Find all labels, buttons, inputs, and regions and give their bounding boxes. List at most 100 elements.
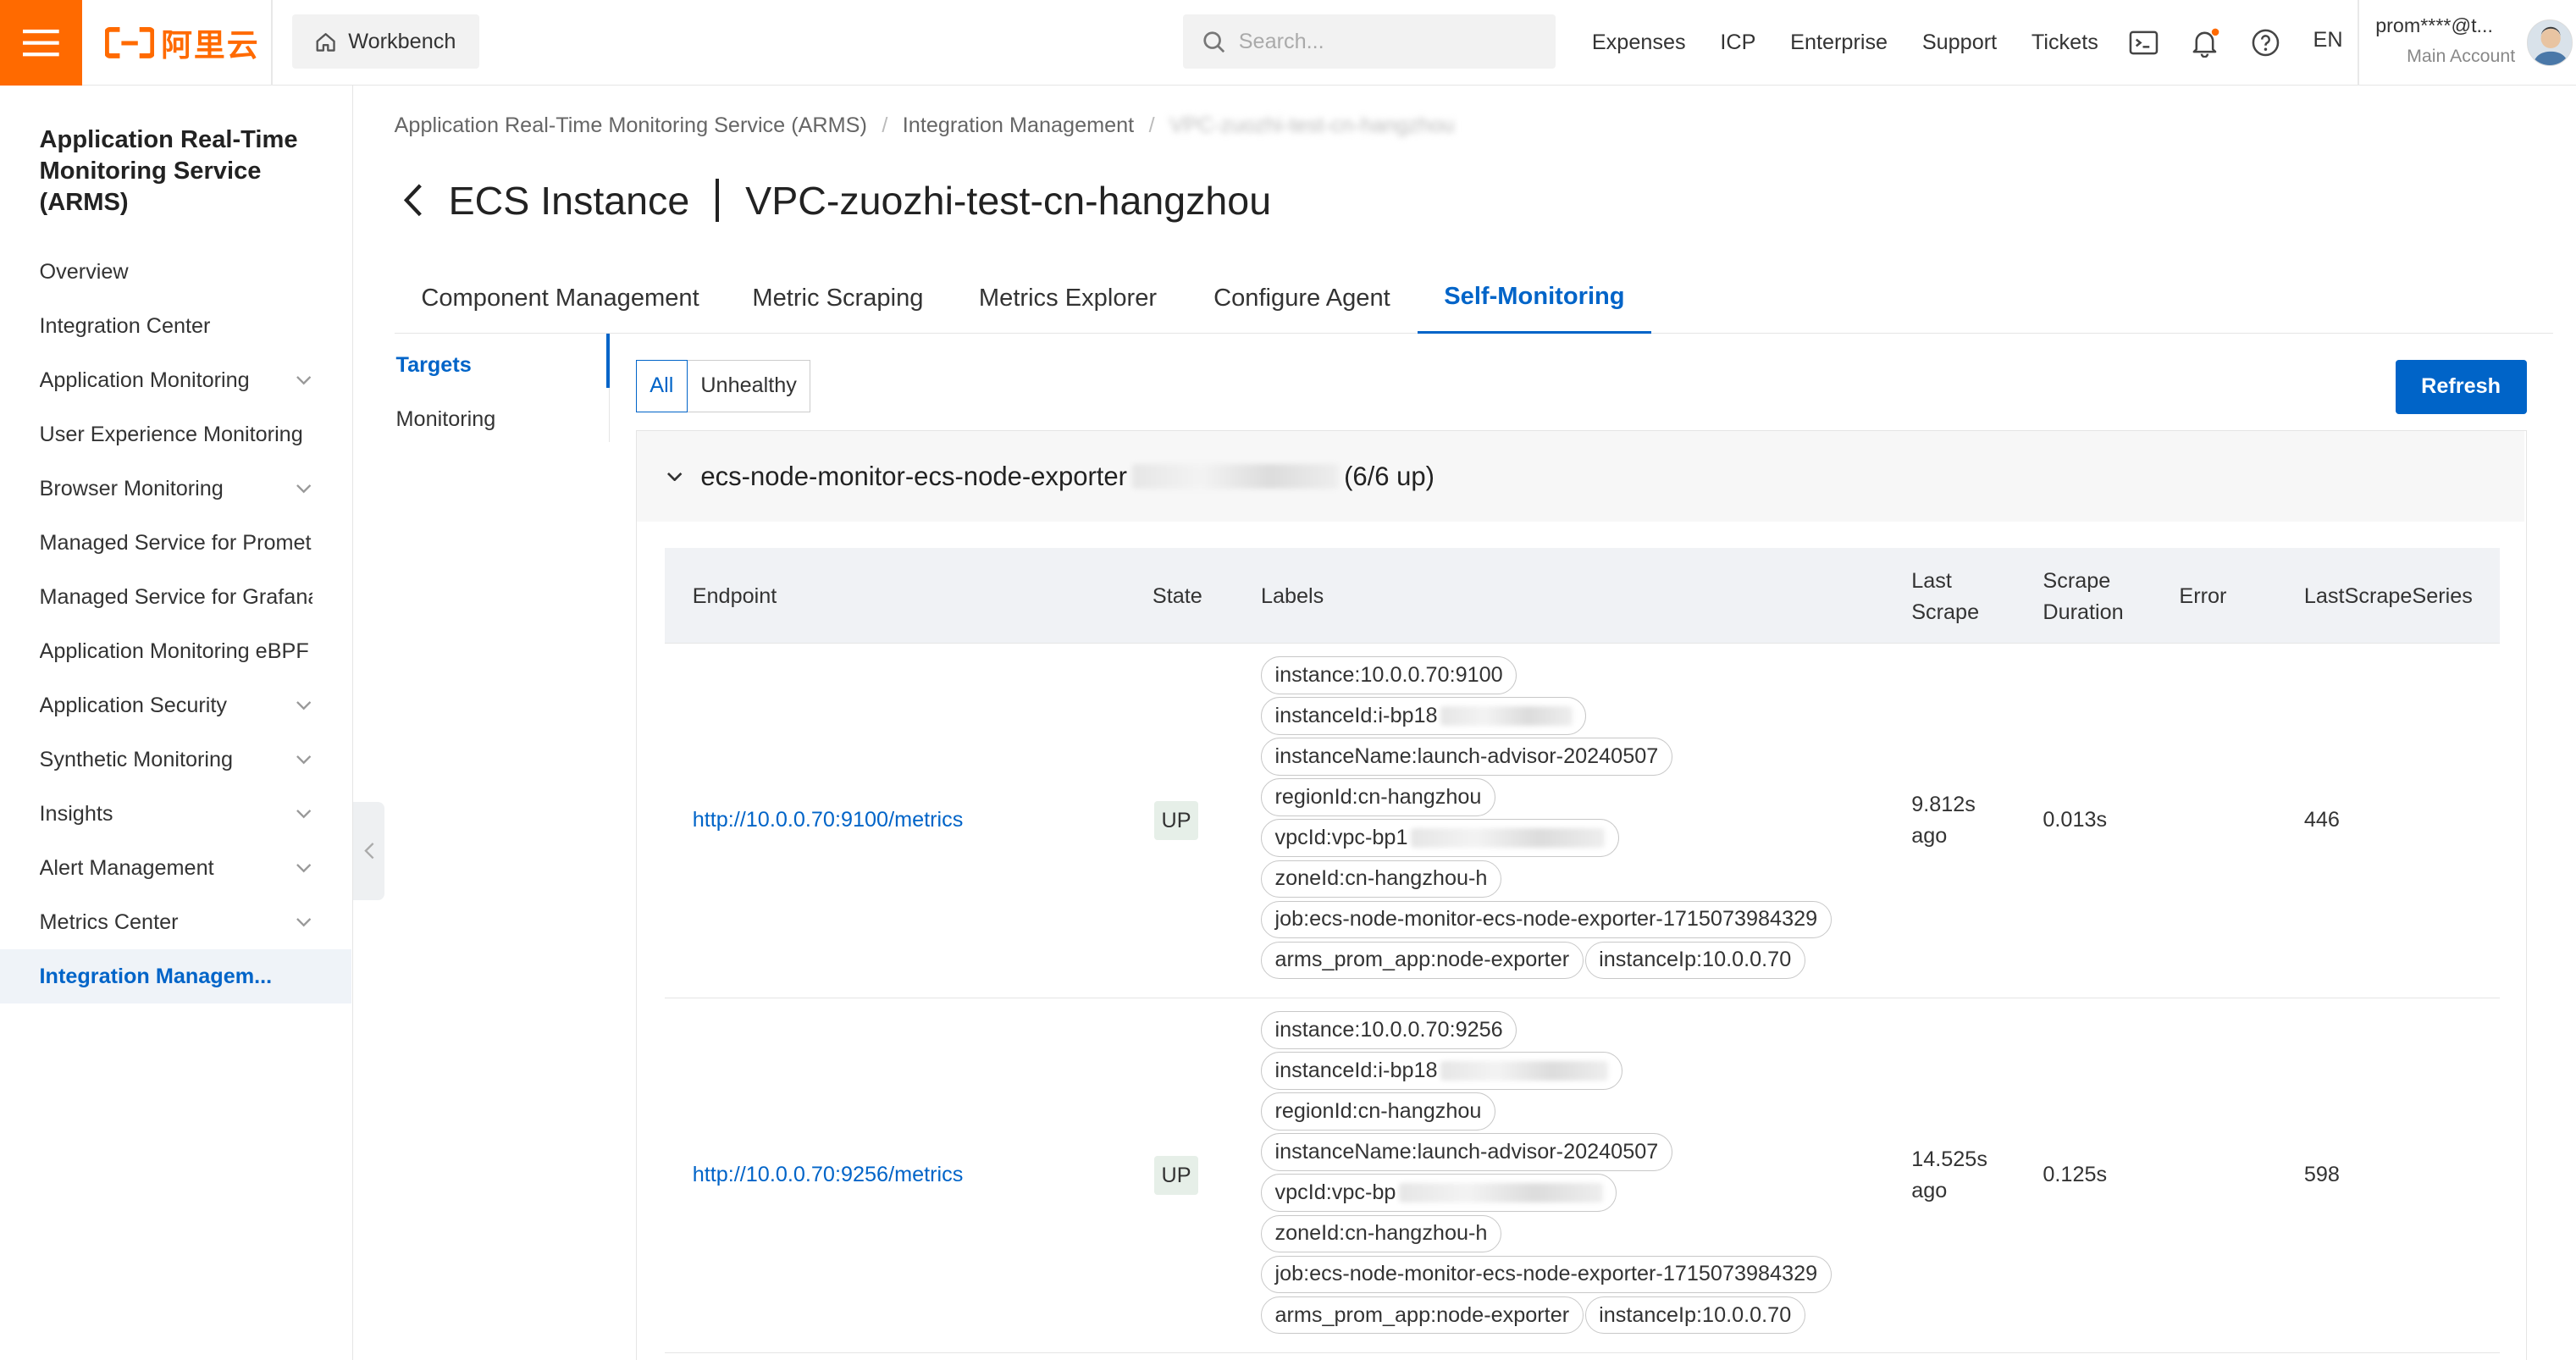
- workbench-label: Workbench: [348, 29, 456, 53]
- filter-unhealthy-button[interactable]: Unhealthy: [687, 359, 811, 412]
- state-badge: UP: [1153, 800, 1199, 841]
- tab-metric-scraping[interactable]: Metric Scraping: [726, 263, 949, 333]
- nav-link-expenses[interactable]: Expenses: [1592, 30, 1686, 55]
- language-switcher[interactable]: EN: [2313, 28, 2343, 53]
- label-chip: vpcId:vpc-bp: [1260, 1174, 1617, 1213]
- label-chip: instanceId:i-bp18: [1260, 697, 1587, 735]
- divider: [2357, 0, 2359, 86]
- sidebar-item-application-security[interactable]: Application Security: [0, 678, 351, 733]
- breadcrumb-item-integration-management[interactable]: Integration Management: [903, 113, 1134, 138]
- sidebar-item-label: Application Monitoring eBPF: [39, 639, 309, 663]
- breadcrumb: Application Real-Time Monitoring Service…: [395, 113, 1455, 138]
- column-header-state: State: [1152, 583, 1202, 608]
- chevron-down-icon: [296, 755, 312, 765]
- sidebar-item-label: Synthetic Monitoring: [39, 747, 234, 771]
- last-scrape-series-value: 446: [2303, 807, 2340, 832]
- nav-link-support[interactable]: Support: [1922, 30, 1997, 55]
- target-group-header[interactable]: ecs-node-monitor-ecs-node-exporter (6/6 …: [636, 431, 2524, 522]
- sidebar-item-alert-management[interactable]: Alert Management: [0, 841, 351, 895]
- nav-link-tickets[interactable]: Tickets: [2032, 30, 2098, 55]
- chevron-down-icon: [296, 701, 312, 710]
- sidebar-item-browser-monitoring[interactable]: Browser Monitoring: [0, 462, 351, 516]
- label-chip: zoneId:cn-hangzhou-h: [1260, 860, 1501, 898]
- refresh-button[interactable]: Refresh: [2395, 359, 2527, 414]
- label-chip: instanceName:launch-advisor-20240507: [1260, 738, 1672, 776]
- notification-bell-icon[interactable]: [2188, 26, 2221, 59]
- sidebar-item-managed-grafana[interactable]: Managed Service for Grafana: [0, 570, 351, 624]
- search-box[interactable]: [1182, 14, 1556, 69]
- label-chip: instanceId:i-bp18: [1260, 1052, 1622, 1090]
- chevron-down-icon: [296, 918, 312, 927]
- chevron-left-icon: [364, 843, 374, 860]
- workbench-button[interactable]: Workbench: [292, 14, 480, 69]
- sidebar-item-synthetic-monitoring[interactable]: Synthetic Monitoring: [0, 733, 351, 787]
- aliyun-logo-text: 阿里云: [161, 28, 260, 64]
- breadcrumb-separator: /: [1148, 113, 1155, 137]
- nav-link-enterprise[interactable]: Enterprise: [1790, 30, 1888, 55]
- breadcrumb-item-current: VPC-zuozhi-test-cn-hangzhou: [1169, 113, 1455, 137]
- table-row: http://10.0.0.70:9100/metrics UP instanc…: [664, 644, 2500, 998]
- sidebar-item-integration-management[interactable]: Integration Managem...: [0, 949, 352, 1004]
- sidebar-item-label: Integration Center: [39, 313, 211, 338]
- sidebar-item-label: Overview: [39, 259, 129, 284]
- tab-component-management[interactable]: Component Management: [395, 263, 727, 333]
- page-title: ECS Instance: [448, 178, 690, 223]
- sidebar-item-application-monitoring[interactable]: Application Monitoring: [0, 353, 351, 407]
- sidebar-item-overview[interactable]: Overview: [0, 245, 351, 299]
- hamburger-menu-button[interactable]: [0, 0, 82, 86]
- scrape-duration-value: 0.013s: [2043, 807, 2108, 832]
- help-icon[interactable]: [2249, 26, 2282, 59]
- terminal-icon[interactable]: [2127, 26, 2160, 59]
- sidebar-item-label: Metrics Center: [39, 909, 179, 934]
- top-bar: 阿里云 Workbench Expenses ICP Enterprise Su…: [0, 0, 2576, 86]
- tab-metrics-explorer[interactable]: Metrics Explorer: [949, 263, 1186, 333]
- sidebar-item-label: Alert Management: [39, 855, 214, 880]
- sidebar-title: Application Real-Time Monitoring Service…: [39, 126, 298, 217]
- sidebar-item-insights[interactable]: Insights: [0, 787, 351, 841]
- tab-configure-agent[interactable]: Configure Agent: [1186, 263, 1418, 333]
- chevron-down-icon: [296, 376, 312, 385]
- account-name: prom****@t...: [2375, 14, 2493, 37]
- breadcrumb-item-arms[interactable]: Application Real-Time Monitoring Service…: [395, 113, 867, 138]
- sidebar-item-integration-center[interactable]: Integration Center: [0, 299, 351, 353]
- label-chip: instance:10.0.0.70:9100: [1260, 656, 1517, 694]
- aliyun-logo-mark-icon: [105, 26, 155, 59]
- table-row: http://10.0.0.70:9256/metrics UP instanc…: [664, 998, 2500, 1353]
- column-header-scrape-duration: Scrape Duration: [2043, 569, 2124, 625]
- label-chip: instanceName:launch-advisor-20240507: [1260, 1133, 1672, 1171]
- column-header-last-scrape: Last Scrape: [1911, 569, 1980, 625]
- nav-link-icp[interactable]: ICP: [1720, 30, 1755, 55]
- chevron-down-icon: [296, 484, 312, 494]
- subnav-item-monitoring[interactable]: Monitoring: [396, 407, 496, 432]
- tab-self-monitoring[interactable]: Self-Monitoring: [1418, 263, 1651, 334]
- endpoint-link[interactable]: http://10.0.0.70:9100/metrics: [693, 804, 964, 836]
- sidebar-item-label: Browser Monitoring: [39, 476, 224, 500]
- back-arrow-icon[interactable]: [402, 182, 425, 218]
- aliyun-logo[interactable]: 阿里云: [105, 23, 259, 63]
- subnav-item-targets[interactable]: Targets: [396, 353, 472, 378]
- sidebar-item-label: Application Security: [39, 693, 228, 717]
- column-header-labels: Labels: [1260, 583, 1324, 608]
- sidebar-collapse-handle[interactable]: [353, 801, 384, 901]
- target-group-panel: ecs-node-monitor-ecs-node-exporter (6/6 …: [635, 430, 2527, 1360]
- sidebar-item-application-monitoring-ebpf[interactable]: Application Monitoring eBPF: [0, 624, 351, 678]
- sidebar-item-metrics-center[interactable]: Metrics Center: [0, 895, 351, 949]
- title-divider: [716, 179, 720, 222]
- search-input[interactable]: [1238, 29, 1534, 54]
- filter-all-button[interactable]: All: [635, 359, 688, 412]
- redacted-id: [1131, 464, 1340, 489]
- label-chip: instance:10.0.0.70:9256: [1260, 1011, 1517, 1049]
- breadcrumb-separator: /: [882, 113, 888, 137]
- sidebar-item-label: Managed Service for Prometheus: [39, 530, 312, 555]
- sidebar-item-label: Integration Managem...: [39, 964, 273, 988]
- page-header: ECS Instance VPC-zuozhi-test-cn-hangzhou: [402, 178, 1271, 224]
- endpoint-link[interactable]: http://10.0.0.70:9256/metrics: [693, 1159, 964, 1191]
- label-chip: vpcId:vpc-bp1: [1260, 819, 1619, 858]
- label-chip: regionId:cn-hangzhou: [1260, 778, 1495, 816]
- avatar[interactable]: [2526, 19, 2573, 66]
- account-menu[interactable]: prom****@t... Main Account: [2375, 14, 2515, 67]
- sidebar-item-user-experience-monitoring[interactable]: User Experience Monitoring: [0, 407, 351, 462]
- sidebar-item-managed-prometheus[interactable]: Managed Service for Prometheus: [0, 516, 351, 570]
- subnav-active-indicator: [605, 333, 610, 388]
- state-badge: UP: [1153, 1155, 1199, 1196]
